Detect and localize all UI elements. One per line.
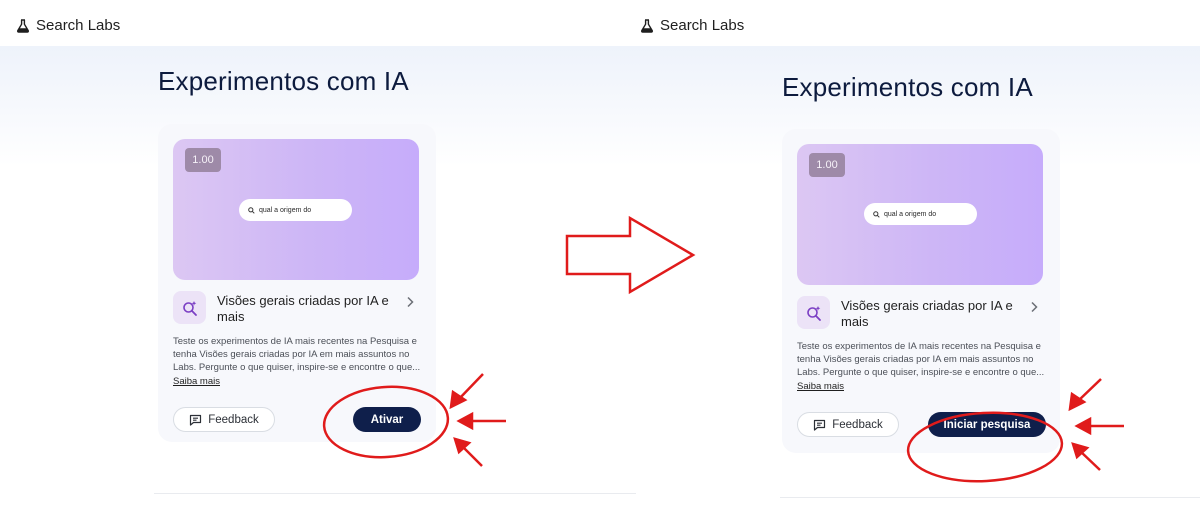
annotation-overlay (322, 215, 1124, 483)
highlight-circle-start-search (906, 411, 1064, 483)
arrow-right-icon (565, 215, 696, 295)
pointer-arrows-right (1068, 378, 1124, 471)
pointer-arrows-left (449, 373, 506, 467)
highlight-circle-activate (322, 385, 450, 459)
